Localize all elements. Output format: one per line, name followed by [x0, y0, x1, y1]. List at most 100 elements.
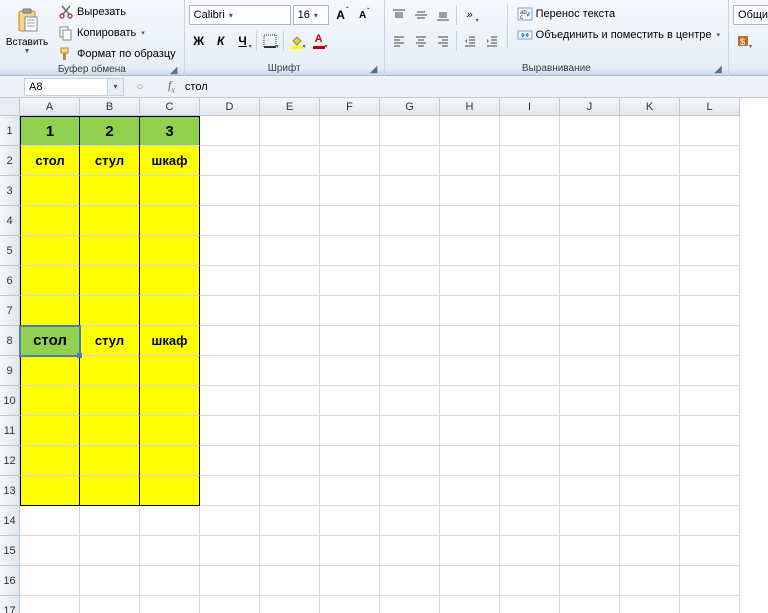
wrap-text-button[interactable]: abc Перенос текста: [513, 4, 724, 24]
cell-I11[interactable]: [500, 416, 560, 446]
cell-B14[interactable]: [80, 506, 140, 536]
col-header-H[interactable]: H: [440, 98, 500, 116]
cell-K15[interactable]: [620, 536, 680, 566]
cell-F10[interactable]: [320, 386, 380, 416]
cell-E9[interactable]: [260, 356, 320, 386]
cell-L3[interactable]: [680, 176, 740, 206]
align-top-button[interactable]: [389, 5, 409, 25]
cell-G16[interactable]: [380, 566, 440, 596]
cell-H14[interactable]: [440, 506, 500, 536]
underline-button[interactable]: Ч▾: [233, 31, 253, 51]
cell-L15[interactable]: [680, 536, 740, 566]
cell-I8[interactable]: [500, 326, 560, 356]
cell-K17[interactable]: [620, 596, 680, 613]
cell-I15[interactable]: [500, 536, 560, 566]
col-header-B[interactable]: B: [80, 98, 140, 116]
cell-D10[interactable]: [200, 386, 260, 416]
cell-J16[interactable]: [560, 566, 620, 596]
increase-font-button[interactable]: Aˆ: [331, 5, 351, 25]
cell-K9[interactable]: [620, 356, 680, 386]
cell-A11[interactable]: [20, 416, 80, 446]
cell-E11[interactable]: [260, 416, 320, 446]
cell-E13[interactable]: [260, 476, 320, 506]
cell-J11[interactable]: [560, 416, 620, 446]
cell-C11[interactable]: [140, 416, 200, 446]
fill-color-button[interactable]: ▾: [287, 31, 307, 51]
cell-H5[interactable]: [440, 236, 500, 266]
cell-J6[interactable]: [560, 266, 620, 296]
cell-G2[interactable]: [380, 146, 440, 176]
cell-D2[interactable]: [200, 146, 260, 176]
cell-L6[interactable]: [680, 266, 740, 296]
cell-B2[interactable]: стул: [80, 146, 140, 176]
cell-C14[interactable]: [140, 506, 200, 536]
row-header-1[interactable]: 1: [0, 116, 20, 146]
cell-J3[interactable]: [560, 176, 620, 206]
cell-K1[interactable]: [620, 116, 680, 146]
row-header-5[interactable]: 5: [0, 236, 20, 266]
formula-input[interactable]: [181, 78, 768, 96]
cell-E4[interactable]: [260, 206, 320, 236]
name-box-input[interactable]: [24, 78, 108, 96]
cell-C10[interactable]: [140, 386, 200, 416]
cell-H7[interactable]: [440, 296, 500, 326]
cell-F14[interactable]: [320, 506, 380, 536]
fx-icon[interactable]: fx: [168, 78, 175, 94]
cell-J13[interactable]: [560, 476, 620, 506]
row-header-10[interactable]: 10: [0, 386, 20, 416]
cell-E10[interactable]: [260, 386, 320, 416]
cell-F9[interactable]: [320, 356, 380, 386]
merge-center-button[interactable]: Объединить и поместить в центре ▾: [513, 25, 724, 45]
cell-H13[interactable]: [440, 476, 500, 506]
cell-K7[interactable]: [620, 296, 680, 326]
cell-D3[interactable]: [200, 176, 260, 206]
cell-B9[interactable]: [80, 356, 140, 386]
cell-K10[interactable]: [620, 386, 680, 416]
cell-H17[interactable]: [440, 596, 500, 613]
cell-L11[interactable]: [680, 416, 740, 446]
cell-E1[interactable]: [260, 116, 320, 146]
cell-K13[interactable]: [620, 476, 680, 506]
cell-H11[interactable]: [440, 416, 500, 446]
cell-K5[interactable]: [620, 236, 680, 266]
cell-J9[interactable]: [560, 356, 620, 386]
cell-B12[interactable]: [80, 446, 140, 476]
cell-G10[interactable]: [380, 386, 440, 416]
cell-I1[interactable]: [500, 116, 560, 146]
cell-L17[interactable]: [680, 596, 740, 613]
cell-F7[interactable]: [320, 296, 380, 326]
cell-I16[interactable]: [500, 566, 560, 596]
cell-D9[interactable]: [200, 356, 260, 386]
cell-K2[interactable]: [620, 146, 680, 176]
cell-C8[interactable]: шкаф: [140, 326, 200, 356]
row-header-12[interactable]: 12: [0, 446, 20, 476]
cell-A13[interactable]: [20, 476, 80, 506]
cell-A9[interactable]: [20, 356, 80, 386]
cell-I9[interactable]: [500, 356, 560, 386]
cell-I2[interactable]: [500, 146, 560, 176]
cell-I10[interactable]: [500, 386, 560, 416]
cell-D4[interactable]: [200, 206, 260, 236]
cell-C15[interactable]: [140, 536, 200, 566]
italic-button[interactable]: К: [211, 31, 231, 51]
cell-D8[interactable]: [200, 326, 260, 356]
cell-L12[interactable]: [680, 446, 740, 476]
cell-L14[interactable]: [680, 506, 740, 536]
cell-F13[interactable]: [320, 476, 380, 506]
col-header-J[interactable]: J: [560, 98, 620, 116]
cell-K4[interactable]: [620, 206, 680, 236]
format-painter-button[interactable]: Формат по образцу: [54, 44, 180, 64]
select-all-corner[interactable]: [0, 98, 20, 116]
cell-C5[interactable]: [140, 236, 200, 266]
cell-L2[interactable]: [680, 146, 740, 176]
cell-J17[interactable]: [560, 596, 620, 613]
cell-A5[interactable]: [20, 236, 80, 266]
cell-F17[interactable]: [320, 596, 380, 613]
cell-D6[interactable]: [200, 266, 260, 296]
col-header-K[interactable]: K: [620, 98, 680, 116]
row-header-11[interactable]: 11: [0, 416, 20, 446]
row-header-9[interactable]: 9: [0, 356, 20, 386]
cell-I4[interactable]: [500, 206, 560, 236]
cell-K11[interactable]: [620, 416, 680, 446]
cell-C4[interactable]: [140, 206, 200, 236]
